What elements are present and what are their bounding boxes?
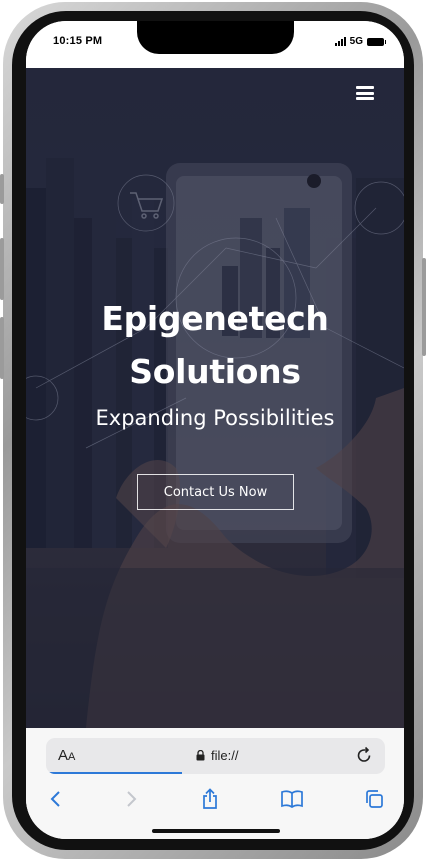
volume-up-button bbox=[0, 238, 4, 300]
hero-title-line-1: Epigenetech bbox=[101, 299, 329, 338]
share-icon[interactable] bbox=[197, 786, 223, 812]
hero-section: Epigenetech Solutions Expanding Possibil… bbox=[26, 68, 404, 728]
url-display: file:// bbox=[196, 748, 238, 763]
power-button bbox=[422, 258, 426, 356]
back-icon[interactable] bbox=[43, 786, 69, 812]
address-bar[interactable]: AA file:// bbox=[46, 738, 385, 774]
url-text: file:// bbox=[211, 748, 239, 763]
silent-switch bbox=[0, 174, 4, 204]
tabs-icon[interactable] bbox=[361, 786, 387, 812]
volume-down-button bbox=[0, 317, 4, 379]
phone-screen: 10:15 PM 5G Epigenetech Solutions Expand… bbox=[26, 21, 404, 839]
status-indicators: 5G bbox=[334, 36, 386, 47]
forward-icon[interactable] bbox=[118, 786, 144, 812]
battery-icon bbox=[367, 37, 386, 46]
reload-icon[interactable] bbox=[356, 746, 373, 764]
status-bar: 10:15 PM 5G bbox=[26, 21, 404, 68]
bookmarks-icon[interactable] bbox=[279, 786, 305, 812]
browser-chrome: AA file:// bbox=[26, 728, 404, 839]
hero-title-line-2: Solutions bbox=[129, 352, 301, 391]
hero-title: Epigenetech Solutions bbox=[26, 292, 404, 398]
network-type: 5G bbox=[349, 36, 363, 47]
status-time: 10:15 PM bbox=[53, 35, 103, 47]
contact-us-button[interactable]: Contact Us Now bbox=[137, 474, 294, 510]
text-size-button[interactable]: AA bbox=[58, 747, 75, 764]
hero-subtitle: Expanding Possibilities bbox=[95, 406, 335, 430]
notch bbox=[137, 21, 294, 54]
lock-icon bbox=[196, 750, 205, 761]
hamburger-menu-icon[interactable] bbox=[356, 86, 374, 100]
signal-icon bbox=[334, 37, 346, 46]
hero-overlay bbox=[26, 68, 404, 728]
page-load-progress bbox=[46, 772, 182, 774]
home-indicator[interactable] bbox=[152, 829, 280, 833]
browser-toolbar bbox=[26, 786, 404, 816]
